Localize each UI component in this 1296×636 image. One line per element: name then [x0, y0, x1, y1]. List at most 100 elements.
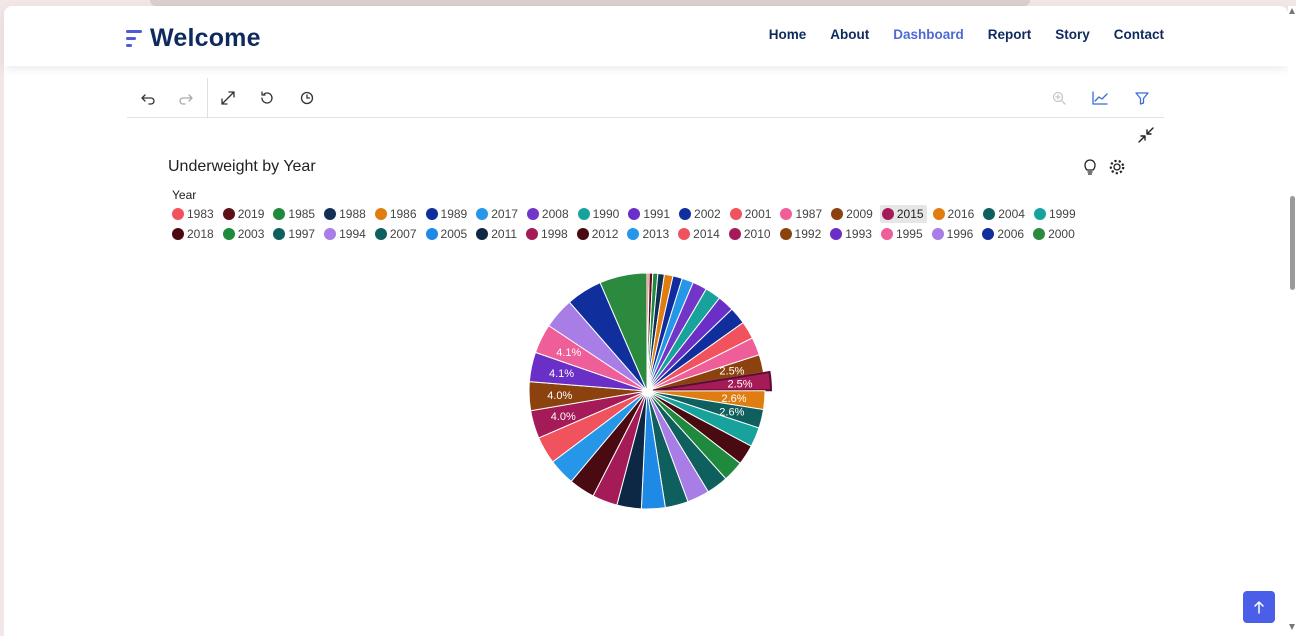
legend-item-2017[interactable]: 2017: [474, 205, 521, 223]
legend-item-2012[interactable]: 2012: [575, 225, 622, 243]
legend-item-2003[interactable]: 2003: [221, 225, 268, 243]
legend-swatch: [425, 228, 438, 240]
pie-data-label: 4.0%: [547, 390, 572, 402]
legend-label: 2000: [1048, 227, 1075, 241]
scroll-down-arrow[interactable]: [1289, 624, 1295, 630]
history-icon[interactable]: [296, 87, 318, 109]
legend-item-1987[interactable]: 1987: [778, 205, 825, 223]
pie-data-label: 2.5%: [719, 366, 744, 378]
legend-label: 2018: [187, 227, 214, 241]
legend-item-2004[interactable]: 2004: [981, 205, 1028, 223]
legend-swatch: [172, 208, 184, 220]
undo-icon[interactable]: [137, 87, 159, 109]
legend-item-2005[interactable]: 2005: [424, 225, 471, 243]
legend-label: 1996: [946, 227, 974, 241]
legend-swatch: [779, 228, 792, 240]
legend-swatch: [324, 228, 337, 240]
navbar: Welcome Home About Dashboard Report Stor…: [4, 6, 1288, 66]
nav-link-home[interactable]: Home: [769, 27, 807, 42]
redo-icon[interactable]: [175, 87, 197, 109]
legend-item-2015[interactable]: 2015: [879, 205, 927, 223]
collapse-icon[interactable]: [1137, 126, 1157, 146]
legend-item-2001[interactable]: 2001: [728, 205, 775, 223]
legend-item-1998[interactable]: 1998: [524, 225, 571, 243]
legend-item-1997[interactable]: 1997: [271, 225, 318, 243]
legend-label: 2002: [694, 207, 721, 221]
chart-actions: [1082, 158, 1126, 176]
legend-item-1991[interactable]: 1991: [626, 205, 673, 223]
arrow-up-icon: [1254, 601, 1264, 614]
nav-link-report[interactable]: Report: [988, 27, 1032, 42]
settings-icon[interactable]: [1108, 158, 1126, 176]
page-scrollbar[interactable]: [1288, 6, 1296, 636]
legend-item-1990[interactable]: 1990: [576, 205, 623, 223]
legend-swatch: [880, 228, 893, 240]
scroll-up-arrow[interactable]: [1289, 8, 1295, 14]
legend-item-2000[interactable]: 2000: [1031, 225, 1078, 243]
legend-item-2009[interactable]: 2009: [829, 205, 876, 223]
legend-label: 2009: [846, 207, 873, 221]
legend-label: 1992: [794, 227, 822, 241]
legend-item-2010[interactable]: 2010: [727, 225, 774, 243]
filter-icon[interactable]: [1131, 87, 1153, 109]
nav-link-about[interactable]: About: [830, 27, 869, 42]
legend-item-1985[interactable]: 1985: [271, 205, 318, 223]
legend-row: 2018 2003 1997 1994 2007 2005 2011 1998 2012 2013…: [170, 225, 1082, 243]
legend-item-1999[interactable]: 1999: [1032, 205, 1079, 223]
legend-item-2016[interactable]: 2016: [931, 205, 978, 223]
chart-toolbar: [127, 78, 1164, 118]
legend-swatch: [983, 208, 996, 220]
legend-item-1986[interactable]: 1986: [373, 205, 420, 223]
legend-item-2018[interactable]: 2018: [170, 225, 217, 243]
chart-title: Underweight by Year: [168, 158, 316, 175]
legend-item-1989[interactable]: 1989: [424, 205, 471, 223]
legend-swatch: [222, 208, 235, 220]
scroll-to-top-button[interactable]: [1243, 591, 1275, 623]
legend-item-1988[interactable]: 1988: [322, 205, 369, 223]
scroll-thumb[interactable]: [1290, 196, 1295, 290]
legend-swatch: [628, 208, 641, 220]
line-chart-icon[interactable]: [1089, 87, 1111, 109]
legend-swatch: [1033, 208, 1046, 220]
legend-swatch: [576, 228, 589, 240]
legend-title: Year: [172, 188, 197, 202]
legend-swatch: [931, 228, 944, 240]
legend-swatch: [374, 208, 387, 220]
legend-label: 2014: [693, 227, 720, 241]
legend-item-2002[interactable]: 2002: [677, 205, 724, 223]
legend-item-1996[interactable]: 1996: [930, 225, 977, 243]
legend-label: 1988: [339, 207, 366, 221]
legend-label: 2010: [743, 227, 771, 241]
legend-item-1994[interactable]: 1994: [322, 225, 369, 243]
lightbulb-icon[interactable]: [1082, 158, 1100, 176]
legend-item-2006[interactable]: 2006: [980, 225, 1027, 243]
legend-label: 2012: [591, 227, 619, 241]
legend-item-2007[interactable]: 2007: [373, 225, 420, 243]
legend-swatch: [678, 228, 691, 240]
pie-chart: 2.5%2.5% 2.6% 2.6% 4.0% 4.0% 4.1% 4.1%: [528, 272, 772, 510]
legend-item-1993[interactable]: 1993: [828, 225, 875, 243]
reset-icon[interactable]: [256, 87, 278, 109]
legend-item-2011[interactable]: 2011: [474, 225, 520, 243]
legend-item-1983[interactable]: 1983: [170, 205, 217, 223]
menu-lines-icon: [126, 28, 144, 50]
legend-label: 1987: [795, 207, 823, 221]
nav-link-contact[interactable]: Contact: [1114, 27, 1164, 42]
brand-logo[interactable]: Welcome: [126, 24, 261, 53]
legend-swatch: [679, 208, 692, 220]
legend-swatch: [729, 208, 742, 220]
legend-swatch: [830, 228, 843, 240]
legend-item-1992[interactable]: 1992: [778, 225, 825, 243]
legend-item-2014[interactable]: 2014: [676, 225, 723, 243]
legend-label: 1993: [845, 227, 872, 241]
legend-item-2019[interactable]: 2019: [221, 205, 268, 223]
legend-item-2008[interactable]: 2008: [525, 205, 572, 223]
nav-link-story[interactable]: Story: [1055, 27, 1090, 42]
pie-data-label: 2.5%: [727, 379, 752, 391]
legend-item-2013[interactable]: 2013: [625, 225, 672, 243]
page-container: Welcome Home About Dashboard Report Stor…: [4, 6, 1288, 636]
zoom-icon[interactable]: [1048, 87, 1070, 109]
nav-link-dashboard[interactable]: Dashboard: [893, 27, 964, 42]
expand-icon[interactable]: [217, 87, 239, 109]
legend-item-1995[interactable]: 1995: [879, 225, 926, 243]
